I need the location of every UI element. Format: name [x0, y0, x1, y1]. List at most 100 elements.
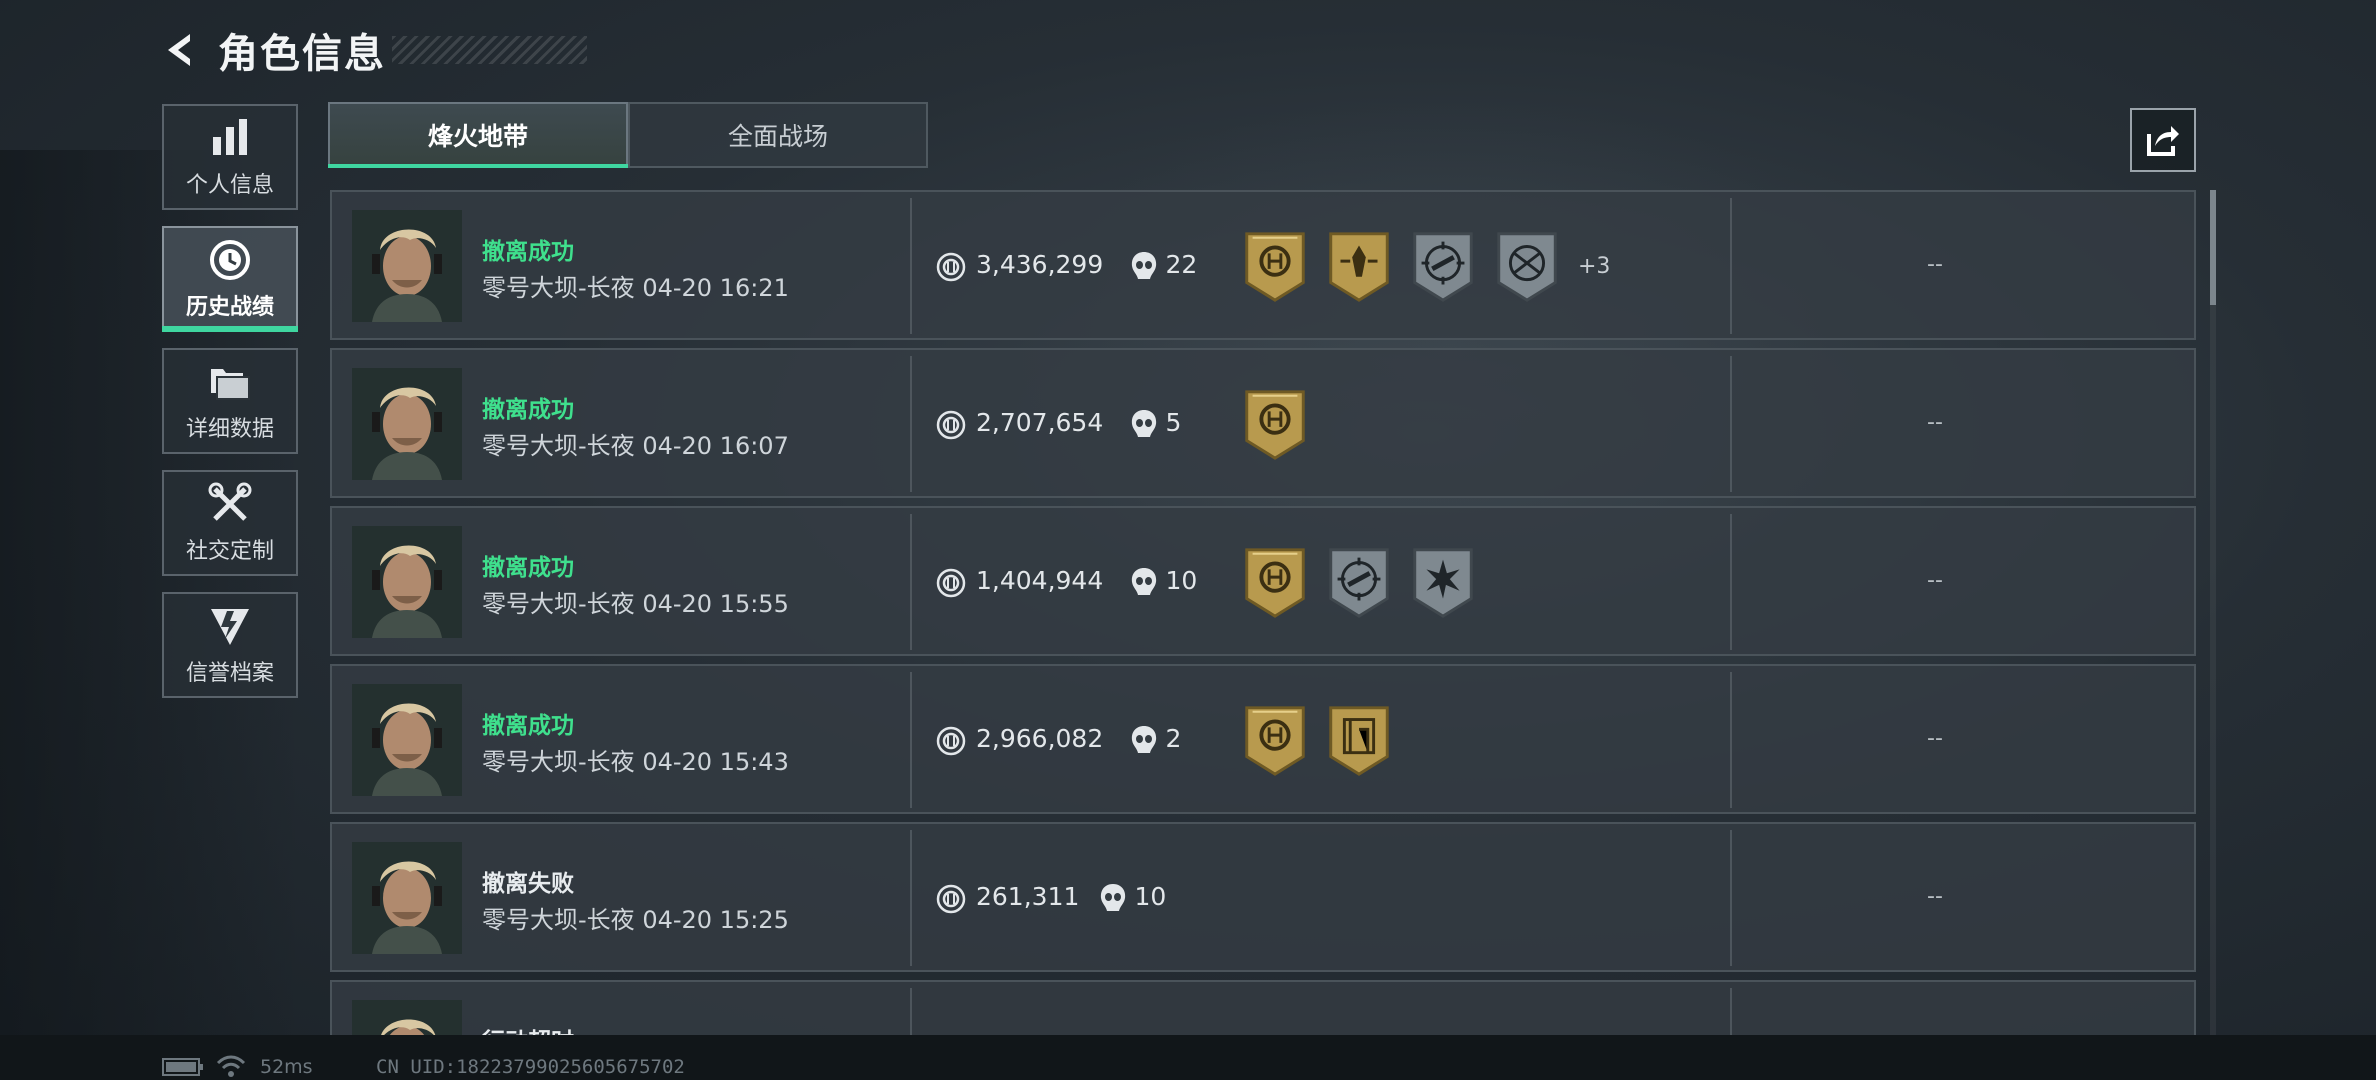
- extra-info: --: [1927, 884, 1943, 909]
- divider: [910, 988, 912, 1035]
- record-row[interactable]: 撤离成功 零号大坝-长夜 04-20 16:07 2,707,654 5 --: [330, 348, 2196, 498]
- header: 角色信息: [160, 20, 587, 80]
- currency-icon: [936, 252, 966, 282]
- extraction-status: 撤离失败: [482, 871, 574, 897]
- sidebar-item-label: 详细数据: [185, 417, 274, 442]
- extra-info: --: [1927, 568, 1943, 593]
- extraction-status: 撤离成功: [482, 397, 574, 423]
- skull-icon: [1131, 568, 1156, 595]
- currency-icon: [936, 884, 966, 914]
- scrollbar[interactable]: [2210, 190, 2216, 1035]
- sidebar-item-label: 社交定制: [185, 539, 274, 564]
- operator-avatar: [352, 1000, 462, 1035]
- map-and-time: 零号大坝-长夜 04-20 15:25: [482, 900, 789, 935]
- mode-tabs: 烽火地带 全面战场: [328, 102, 928, 168]
- sidebar-item-label: 信誉档案: [185, 661, 274, 686]
- sidebar-item-personal-info[interactable]: 个人信息: [162, 104, 298, 210]
- map-name: 零号大坝-长夜: [482, 590, 635, 618]
- record-time: 04-20 16:21: [642, 274, 789, 302]
- ping-value: 52ms: [260, 1056, 313, 1078]
- back-arrow-icon[interactable]: [160, 28, 204, 72]
- badge-list: [1242, 386, 1326, 462]
- sidebar-item-history[interactable]: 历史战绩: [162, 226, 298, 332]
- page-title: 角色信息: [218, 31, 386, 77]
- extra-info: --: [1927, 410, 1943, 435]
- kill-count: 10: [1134, 882, 1167, 911]
- bar-chart-icon: [213, 119, 247, 155]
- kill-count: 5: [1165, 408, 1182, 437]
- wifi-icon: [216, 1055, 246, 1077]
- sidebar-item-social[interactable]: 社交定制: [162, 470, 298, 576]
- money-value: 261,311: [976, 882, 1080, 911]
- record-row[interactable]: 行动超时: [330, 980, 2196, 1035]
- badge-list: +3: [1242, 228, 1610, 304]
- operator-avatar: [352, 368, 462, 480]
- badge-silver-crosshair-arrows-icon[interactable]: [1494, 228, 1560, 304]
- tools-icon: [208, 482, 252, 521]
- map-and-time: 零号大坝-长夜 04-20 15:55: [482, 584, 789, 619]
- tab-battlefield[interactable]: 全面战场: [628, 102, 928, 168]
- operator-avatar: [352, 210, 462, 322]
- divider: [1730, 830, 1732, 966]
- shield-bolt-icon: [211, 609, 249, 645]
- status-bar: [0, 1035, 2376, 1080]
- money-value: 2,966,082: [976, 724, 1104, 753]
- record-row[interactable]: 撤离成功 零号大坝-长夜 04-20 15:43 2,966,082 2 --: [330, 664, 2196, 814]
- kill-count: 2: [1165, 724, 1182, 753]
- map-name: 零号大坝-长夜: [482, 432, 635, 460]
- record-time: 04-20 16:07: [642, 432, 789, 460]
- more-badges-count[interactable]: +3: [1578, 254, 1610, 279]
- operator-avatar: [352, 526, 462, 638]
- share-icon: [2147, 126, 2179, 156]
- tab-warzone[interactable]: 烽火地带: [328, 102, 628, 168]
- badge-gold-coin-icon[interactable]: [1242, 544, 1308, 620]
- divider: [910, 198, 912, 334]
- scroll-thumb[interactable]: [2210, 190, 2216, 305]
- record-time: 04-20 15:43: [642, 748, 789, 776]
- divider: [910, 830, 912, 966]
- badge-gold-coin-icon[interactable]: [1242, 702, 1308, 778]
- currency-icon: [936, 568, 966, 598]
- sidebar-item-label: 历史战绩: [185, 295, 274, 320]
- record-row[interactable]: 撤离成功 零号大坝-长夜 04-20 16:21 3,436,299 22 +3…: [330, 190, 2196, 340]
- map-name: 零号大坝-长夜: [482, 906, 635, 934]
- badge-silver-burst-icon[interactable]: [1410, 544, 1476, 620]
- record-time: 04-20 15:55: [642, 590, 789, 618]
- extraction-status: 撤离成功: [482, 555, 574, 581]
- map-and-time: 零号大坝-长夜 04-20 16:21: [482, 268, 789, 303]
- money-value: 2,707,654: [976, 408, 1104, 437]
- sidebar-item-reputation[interactable]: 信誉档案: [162, 592, 298, 698]
- operator-avatar: [352, 684, 462, 796]
- record-row[interactable]: 撤离成功 零号大坝-长夜 04-20 15:55 1,404,944 10 --: [330, 506, 2196, 656]
- sidebar: 个人信息 历史战绩 详细数据 社交定制 信誉档案: [162, 104, 298, 714]
- money-value: 1,404,944: [976, 566, 1104, 595]
- extraction-status: 撤离成功: [482, 713, 574, 739]
- badge-list: [1242, 544, 1494, 620]
- skull-icon: [1100, 884, 1125, 911]
- badge-list: [1242, 702, 1410, 778]
- badge-silver-crosshair-rifle-icon[interactable]: [1410, 228, 1476, 304]
- map-name: 零号大坝-长夜: [482, 274, 635, 302]
- map-and-time: 零号大坝-长夜 04-20 16:07: [482, 426, 789, 461]
- share-button[interactable]: [2130, 108, 2196, 172]
- badge-gold-building-icon[interactable]: [1326, 702, 1392, 778]
- record-row[interactable]: 撤离失败 零号大坝-长夜 04-20 15:25 261,311 10 --: [330, 822, 2196, 972]
- badge-gold-coin-icon[interactable]: [1242, 228, 1308, 304]
- skull-icon: [1131, 410, 1156, 437]
- badge-silver-crosshair-rifle-icon[interactable]: [1326, 544, 1392, 620]
- kill-count: 10: [1165, 566, 1198, 595]
- skull-icon: [1131, 726, 1156, 753]
- kill-count: 22: [1165, 250, 1198, 279]
- badge-gold-character-icon[interactable]: [1326, 228, 1392, 304]
- folders-icon: [211, 369, 250, 400]
- user-uid: CN UID:18223799025605675702: [376, 1056, 685, 1078]
- sidebar-item-detail-data[interactable]: 详细数据: [162, 348, 298, 454]
- title-decoration: [392, 36, 587, 64]
- record-time: 04-20 15:25: [642, 906, 789, 934]
- badge-gold-coin-icon[interactable]: [1242, 386, 1308, 462]
- history-clock-icon: [210, 240, 250, 280]
- divider: [1730, 514, 1732, 650]
- divider: [910, 672, 912, 808]
- history-list: 撤离成功 零号大坝-长夜 04-20 16:21 3,436,299 22 +3…: [330, 190, 2196, 1035]
- divider: [1730, 672, 1732, 808]
